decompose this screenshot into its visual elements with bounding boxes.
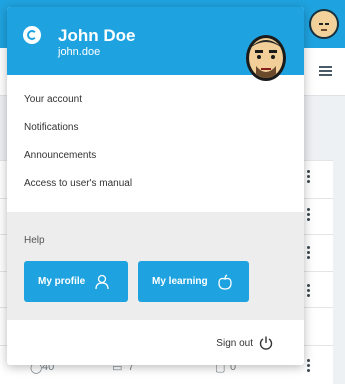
power-icon	[259, 336, 273, 350]
row-menu-icon[interactable]	[307, 359, 311, 373]
topbar-avatar[interactable]	[309, 9, 339, 39]
my-learning-label: My learning	[152, 276, 208, 287]
my-learning-button[interactable]: My learning	[138, 261, 249, 302]
user-login: john.doe	[58, 46, 101, 58]
apple-icon	[217, 273, 232, 290]
help-label: Help	[24, 235, 45, 246]
brand-logo-icon	[23, 26, 41, 44]
help-section: Help My profile My learning	[7, 212, 304, 320]
row-menu-icon[interactable]	[307, 246, 311, 260]
row-menu-icon[interactable]	[307, 284, 311, 298]
my-profile-button[interactable]: My profile	[24, 261, 128, 302]
user-menu-dropdown: John Doe john.doe Your account Notificat…	[7, 7, 304, 365]
my-profile-label: My profile	[38, 276, 86, 287]
list-view-icon[interactable]	[319, 66, 332, 76]
avatar-face-icon	[316, 17, 332, 35]
person-icon	[95, 274, 109, 289]
menu-item-notifications[interactable]: Notifications	[24, 122, 78, 133]
row-menu-icon[interactable]	[307, 208, 311, 222]
menu-item-announcements[interactable]: Announcements	[24, 150, 96, 161]
sign-out-label: Sign out	[216, 337, 253, 349]
user-name: John Doe	[58, 26, 136, 45]
sign-out-button[interactable]: Sign out	[216, 336, 273, 350]
row-menu-icon[interactable]	[307, 170, 311, 184]
user-avatar-icon	[246, 35, 286, 81]
menu-item-user-manual[interactable]: Access to user's manual	[24, 178, 132, 189]
menu-item-your-account[interactable]: Your account	[24, 94, 82, 105]
